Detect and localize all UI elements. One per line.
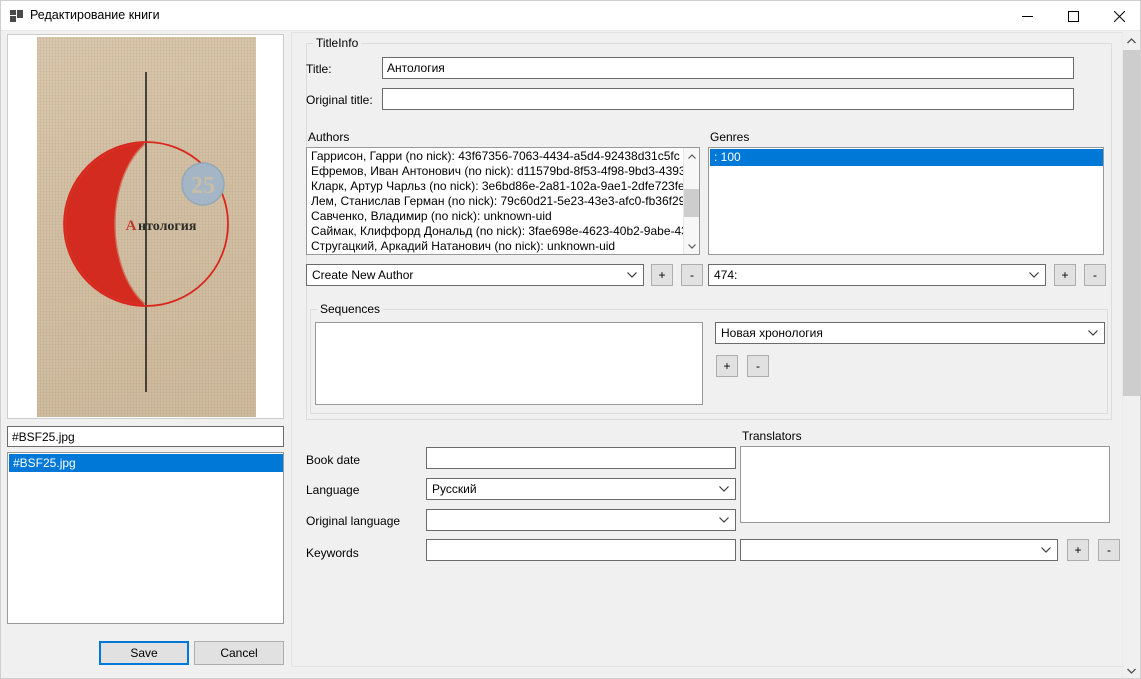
add-translator-button[interactable]: + — [1067, 539, 1089, 561]
chevron-down-icon[interactable] — [684, 238, 699, 254]
close-icon[interactable] — [1096, 1, 1140, 31]
chevron-down-icon[interactable] — [719, 517, 729, 523]
sequences-legend: Sequences — [317, 302, 384, 316]
chevron-down-icon[interactable] — [1041, 547, 1051, 553]
list-item[interactable]: Саймак, Клиффорд Дональд (no nick): 3fae… — [309, 224, 684, 239]
genre-select[interactable]: 474: — [708, 264, 1046, 286]
language-value: Русский — [432, 482, 477, 496]
list-item[interactable]: Ефремов, Иван Антонович (no nick): d1157… — [309, 164, 684, 179]
keywords-input[interactable] — [426, 539, 736, 561]
authors-rows[interactable]: Гаррисон, Гарри (no nick): 43f67356-7063… — [309, 149, 684, 254]
chevron-up-icon[interactable] — [684, 148, 699, 164]
scrollbar-thumb[interactable] — [684, 189, 699, 217]
chevron-down-icon[interactable] — [627, 272, 637, 278]
book-date-input[interactable] — [426, 447, 736, 469]
chevron-up-icon[interactable] — [1123, 32, 1140, 49]
original-language-select[interactable] — [426, 509, 736, 531]
sequence-select-value: Новая хронология — [721, 326, 823, 340]
authors-scrollbar[interactable] — [683, 148, 699, 254]
cover-preview-panel[interactable]: 25 А нтология — [7, 34, 284, 419]
book-cover-image: 25 А нтология — [37, 37, 256, 417]
cover-badge-number: 25 — [191, 173, 215, 199]
cover-filename-value: #BSF25.jpg — [12, 430, 75, 444]
titlebar[interactable]: Редактирование книги — [1, 1, 1140, 31]
translators-label: Translators — [742, 429, 802, 443]
list-item[interactable]: Гаррисон, Гарри (no nick): 43f67356-7063… — [309, 149, 684, 164]
cover-file-list[interactable]: #BSF25.jpg — [7, 452, 284, 624]
genre-select-value: 474: — [714, 268, 738, 282]
sequences-list[interactable] — [315, 322, 703, 405]
add-genre-button[interactable]: + — [1054, 264, 1076, 286]
sequence-select[interactable]: Новая хронология — [715, 322, 1105, 344]
scrollbar-thumb[interactable] — [1123, 50, 1140, 396]
cover-title-initial: А — [126, 218, 137, 234]
genres-list[interactable]: : 100 — [708, 147, 1104, 255]
author-select-value: Create New Author — [312, 268, 414, 282]
save-button[interactable]: Save — [99, 641, 189, 665]
remove-translator-button[interactable]: - — [1098, 539, 1120, 561]
authors-label: Authors — [308, 130, 350, 144]
form-scroll-area: TitleInfo Title: Антология Original titl… — [291, 32, 1125, 667]
chevron-down-icon[interactable] — [719, 486, 729, 492]
author-select[interactable]: Create New Author — [306, 264, 644, 286]
list-item[interactable]: Кларк, Артур Чарльз (no nick): 3e6bd86e-… — [309, 179, 684, 194]
authors-list[interactable]: Гаррисон, Гарри (no nick): 43f67356-7063… — [306, 147, 700, 255]
add-author-button[interactable]: + — [651, 264, 673, 286]
edit-book-dialog: Редактирование книги 25 А нтология #BSF2… — [0, 0, 1141, 679]
list-item[interactable]: Лем, Станислав Герман (no nick): 79c60d2… — [309, 194, 684, 209]
chevron-down-icon[interactable] — [1029, 272, 1039, 278]
title-label: Title: — [306, 62, 332, 76]
list-item[interactable]: : 100 — [710, 149, 1103, 166]
original-title-input[interactable] — [382, 88, 1074, 110]
add-sequence-button[interactable]: + — [716, 355, 738, 377]
genres-label: Genres — [710, 130, 750, 144]
list-item[interactable]: Стругацкий, Аркадий Натанович (no nick):… — [309, 239, 684, 254]
translators-list[interactable] — [740, 446, 1110, 523]
remove-sequence-button[interactable]: - — [747, 355, 769, 377]
language-select[interactable]: Русский — [426, 478, 736, 500]
remove-author-button[interactable]: - — [681, 264, 703, 286]
titleinfo-legend: TitleInfo — [313, 36, 362, 50]
maximize-icon[interactable] — [1050, 1, 1096, 31]
translator-select[interactable] — [740, 539, 1058, 561]
cover-filename-input[interactable]: #BSF25.jpg — [7, 426, 284, 447]
chevron-down-icon[interactable] — [1088, 330, 1098, 336]
keywords-label: Keywords — [306, 546, 359, 560]
cancel-button[interactable]: Cancel — [194, 641, 284, 665]
minimize-icon[interactable] — [1004, 1, 1050, 31]
form-vertical-scrollbar[interactable] — [1122, 32, 1140, 678]
window-title: Редактирование книги — [30, 8, 160, 22]
chevron-down-icon[interactable] — [1123, 662, 1140, 678]
app-window-icon — [10, 10, 23, 22]
original-language-label: Original language — [306, 514, 401, 528]
remove-genre-button[interactable]: - — [1084, 264, 1106, 286]
title-value: Антология — [387, 61, 445, 75]
cover-title-rest: нтология — [138, 219, 197, 234]
language-label: Language — [306, 483, 360, 497]
original-title-label: Original title: — [306, 93, 373, 107]
list-item[interactable]: Савченко, Владимир (no nick): unknown-ui… — [309, 209, 684, 224]
title-input[interactable]: Антология — [382, 57, 1074, 79]
book-date-label: Book date — [306, 453, 361, 467]
list-item[interactable]: #BSF25.jpg — [9, 454, 283, 472]
